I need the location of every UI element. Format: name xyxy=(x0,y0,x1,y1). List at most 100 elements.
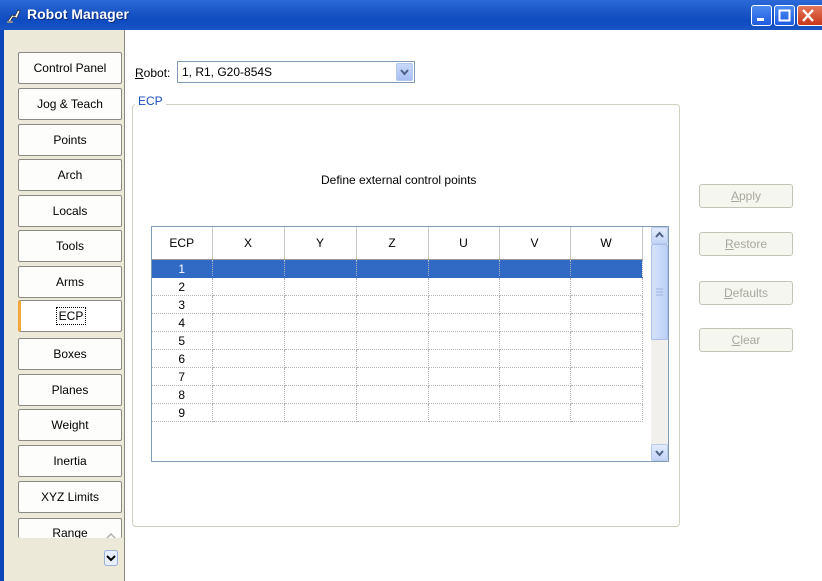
v-cell[interactable] xyxy=(499,349,571,368)
row-number[interactable]: 4 xyxy=(152,313,213,332)
y-cell[interactable] xyxy=(284,313,357,332)
x-cell[interactable] xyxy=(212,385,285,404)
tab-arms[interactable]: Arms xyxy=(18,266,122,298)
w-cell[interactable] xyxy=(570,331,643,350)
column-header-v[interactable]: V xyxy=(499,227,571,260)
w-cell[interactable] xyxy=(570,349,643,368)
y-cell[interactable] xyxy=(284,259,357,278)
x-cell[interactable] xyxy=(212,295,285,314)
row-number[interactable]: 1 xyxy=(152,259,213,278)
u-cell[interactable] xyxy=(428,403,500,422)
row-number[interactable]: 6 xyxy=(152,349,213,368)
w-cell[interactable] xyxy=(570,403,643,422)
table-row[interactable]: 2 xyxy=(152,277,643,296)
x-cell[interactable] xyxy=(212,277,285,296)
column-header-u[interactable]: U xyxy=(428,227,500,260)
robot-select[interactable]: 1, R1, G20-854S xyxy=(177,61,415,83)
row-number[interactable]: 7 xyxy=(152,367,213,386)
table-row[interactable]: 8 xyxy=(152,385,643,404)
minimize-button[interactable] xyxy=(751,5,772,26)
z-cell[interactable] xyxy=(356,367,429,386)
column-header-w[interactable]: W xyxy=(570,227,643,260)
table-row[interactable]: 3 xyxy=(152,295,643,314)
y-cell[interactable] xyxy=(284,295,357,314)
z-cell[interactable] xyxy=(356,385,429,404)
y-cell[interactable] xyxy=(284,403,357,422)
tab-jog-teach[interactable]: Jog & Teach xyxy=(18,88,122,120)
y-cell[interactable] xyxy=(284,349,357,368)
tab-ecp[interactable]: ECP xyxy=(18,300,122,332)
z-cell[interactable] xyxy=(356,403,429,422)
tab-locals[interactable]: Locals xyxy=(18,195,122,227)
u-cell[interactable] xyxy=(428,367,500,386)
row-number[interactable]: 5 xyxy=(152,331,213,350)
tab-xyz-limits[interactable]: XYZ Limits xyxy=(18,481,122,513)
row-number[interactable]: 3 xyxy=(152,295,213,314)
x-cell[interactable] xyxy=(212,349,285,368)
tab-boxes[interactable]: Boxes xyxy=(18,338,122,370)
w-cell[interactable] xyxy=(570,385,643,404)
ecp-grid[interactable]: ECP X Y Z U V W 1 2 3 4 5 6 7 8 9 xyxy=(151,226,669,462)
row-number[interactable]: 9 xyxy=(152,403,213,422)
y-cell[interactable] xyxy=(284,331,357,350)
z-cell[interactable] xyxy=(356,349,429,368)
tab-planes[interactable]: Planes xyxy=(18,374,122,406)
u-cell[interactable] xyxy=(428,331,500,350)
table-row[interactable]: 5 xyxy=(152,331,643,350)
table-row[interactable]: 7 xyxy=(152,367,643,386)
clear-button[interactable]: Clear xyxy=(699,328,793,352)
chevron-down-icon[interactable] xyxy=(396,63,413,81)
table-row[interactable]: 4 xyxy=(152,313,643,332)
u-cell[interactable] xyxy=(428,349,500,368)
z-cell[interactable] xyxy=(356,331,429,350)
w-cell[interactable] xyxy=(570,259,643,278)
scroll-thumb[interactable] xyxy=(651,244,668,340)
v-cell[interactable] xyxy=(499,385,571,404)
tab-points[interactable]: Points xyxy=(18,124,122,156)
tab-inertia[interactable]: Inertia xyxy=(18,445,122,477)
w-cell[interactable] xyxy=(570,313,643,332)
v-cell[interactable] xyxy=(499,277,571,296)
column-header-y[interactable]: Y xyxy=(284,227,357,260)
z-cell[interactable] xyxy=(356,277,429,296)
apply-button[interactable]: Apply xyxy=(699,184,793,208)
w-cell[interactable] xyxy=(570,277,643,296)
close-button[interactable] xyxy=(797,5,822,26)
row-number[interactable]: 2 xyxy=(152,277,213,296)
z-cell[interactable] xyxy=(356,295,429,314)
v-cell[interactable] xyxy=(499,295,571,314)
column-header-ecp[interactable]: ECP xyxy=(152,227,213,260)
w-cell[interactable] xyxy=(570,295,643,314)
defaults-button[interactable]: Defaults xyxy=(699,281,793,305)
v-cell[interactable] xyxy=(499,313,571,332)
z-cell[interactable] xyxy=(356,313,429,332)
scroll-up-button[interactable] xyxy=(651,227,668,244)
u-cell[interactable] xyxy=(428,277,500,296)
scroll-down-button[interactable] xyxy=(651,444,668,461)
u-cell[interactable] xyxy=(428,259,500,278)
x-cell[interactable] xyxy=(212,403,285,422)
v-cell[interactable] xyxy=(499,367,571,386)
row-number[interactable]: 8 xyxy=(152,385,213,404)
tab-weight[interactable]: Weight xyxy=(18,409,122,441)
title-bar[interactable]: Robot Manager xyxy=(0,0,822,30)
v-cell[interactable] xyxy=(499,259,571,278)
tab-arch[interactable]: Arch xyxy=(18,159,122,191)
x-cell[interactable] xyxy=(212,367,285,386)
restore-button[interactable]: Restore xyxy=(699,232,793,256)
z-cell[interactable] xyxy=(356,259,429,278)
u-cell[interactable] xyxy=(428,295,500,314)
y-cell[interactable] xyxy=(284,277,357,296)
v-cell[interactable] xyxy=(499,331,571,350)
x-cell[interactable] xyxy=(212,331,285,350)
w-cell[interactable] xyxy=(570,367,643,386)
table-row[interactable]: 9 xyxy=(152,403,643,422)
u-cell[interactable] xyxy=(428,385,500,404)
x-cell[interactable] xyxy=(212,259,285,278)
tab-tools[interactable]: Tools xyxy=(18,230,122,262)
table-row[interactable]: 1 xyxy=(152,259,643,278)
column-header-x[interactable]: X xyxy=(212,227,285,260)
maximize-button[interactable] xyxy=(774,5,795,26)
u-cell[interactable] xyxy=(428,313,500,332)
column-header-z[interactable]: Z xyxy=(356,227,429,260)
